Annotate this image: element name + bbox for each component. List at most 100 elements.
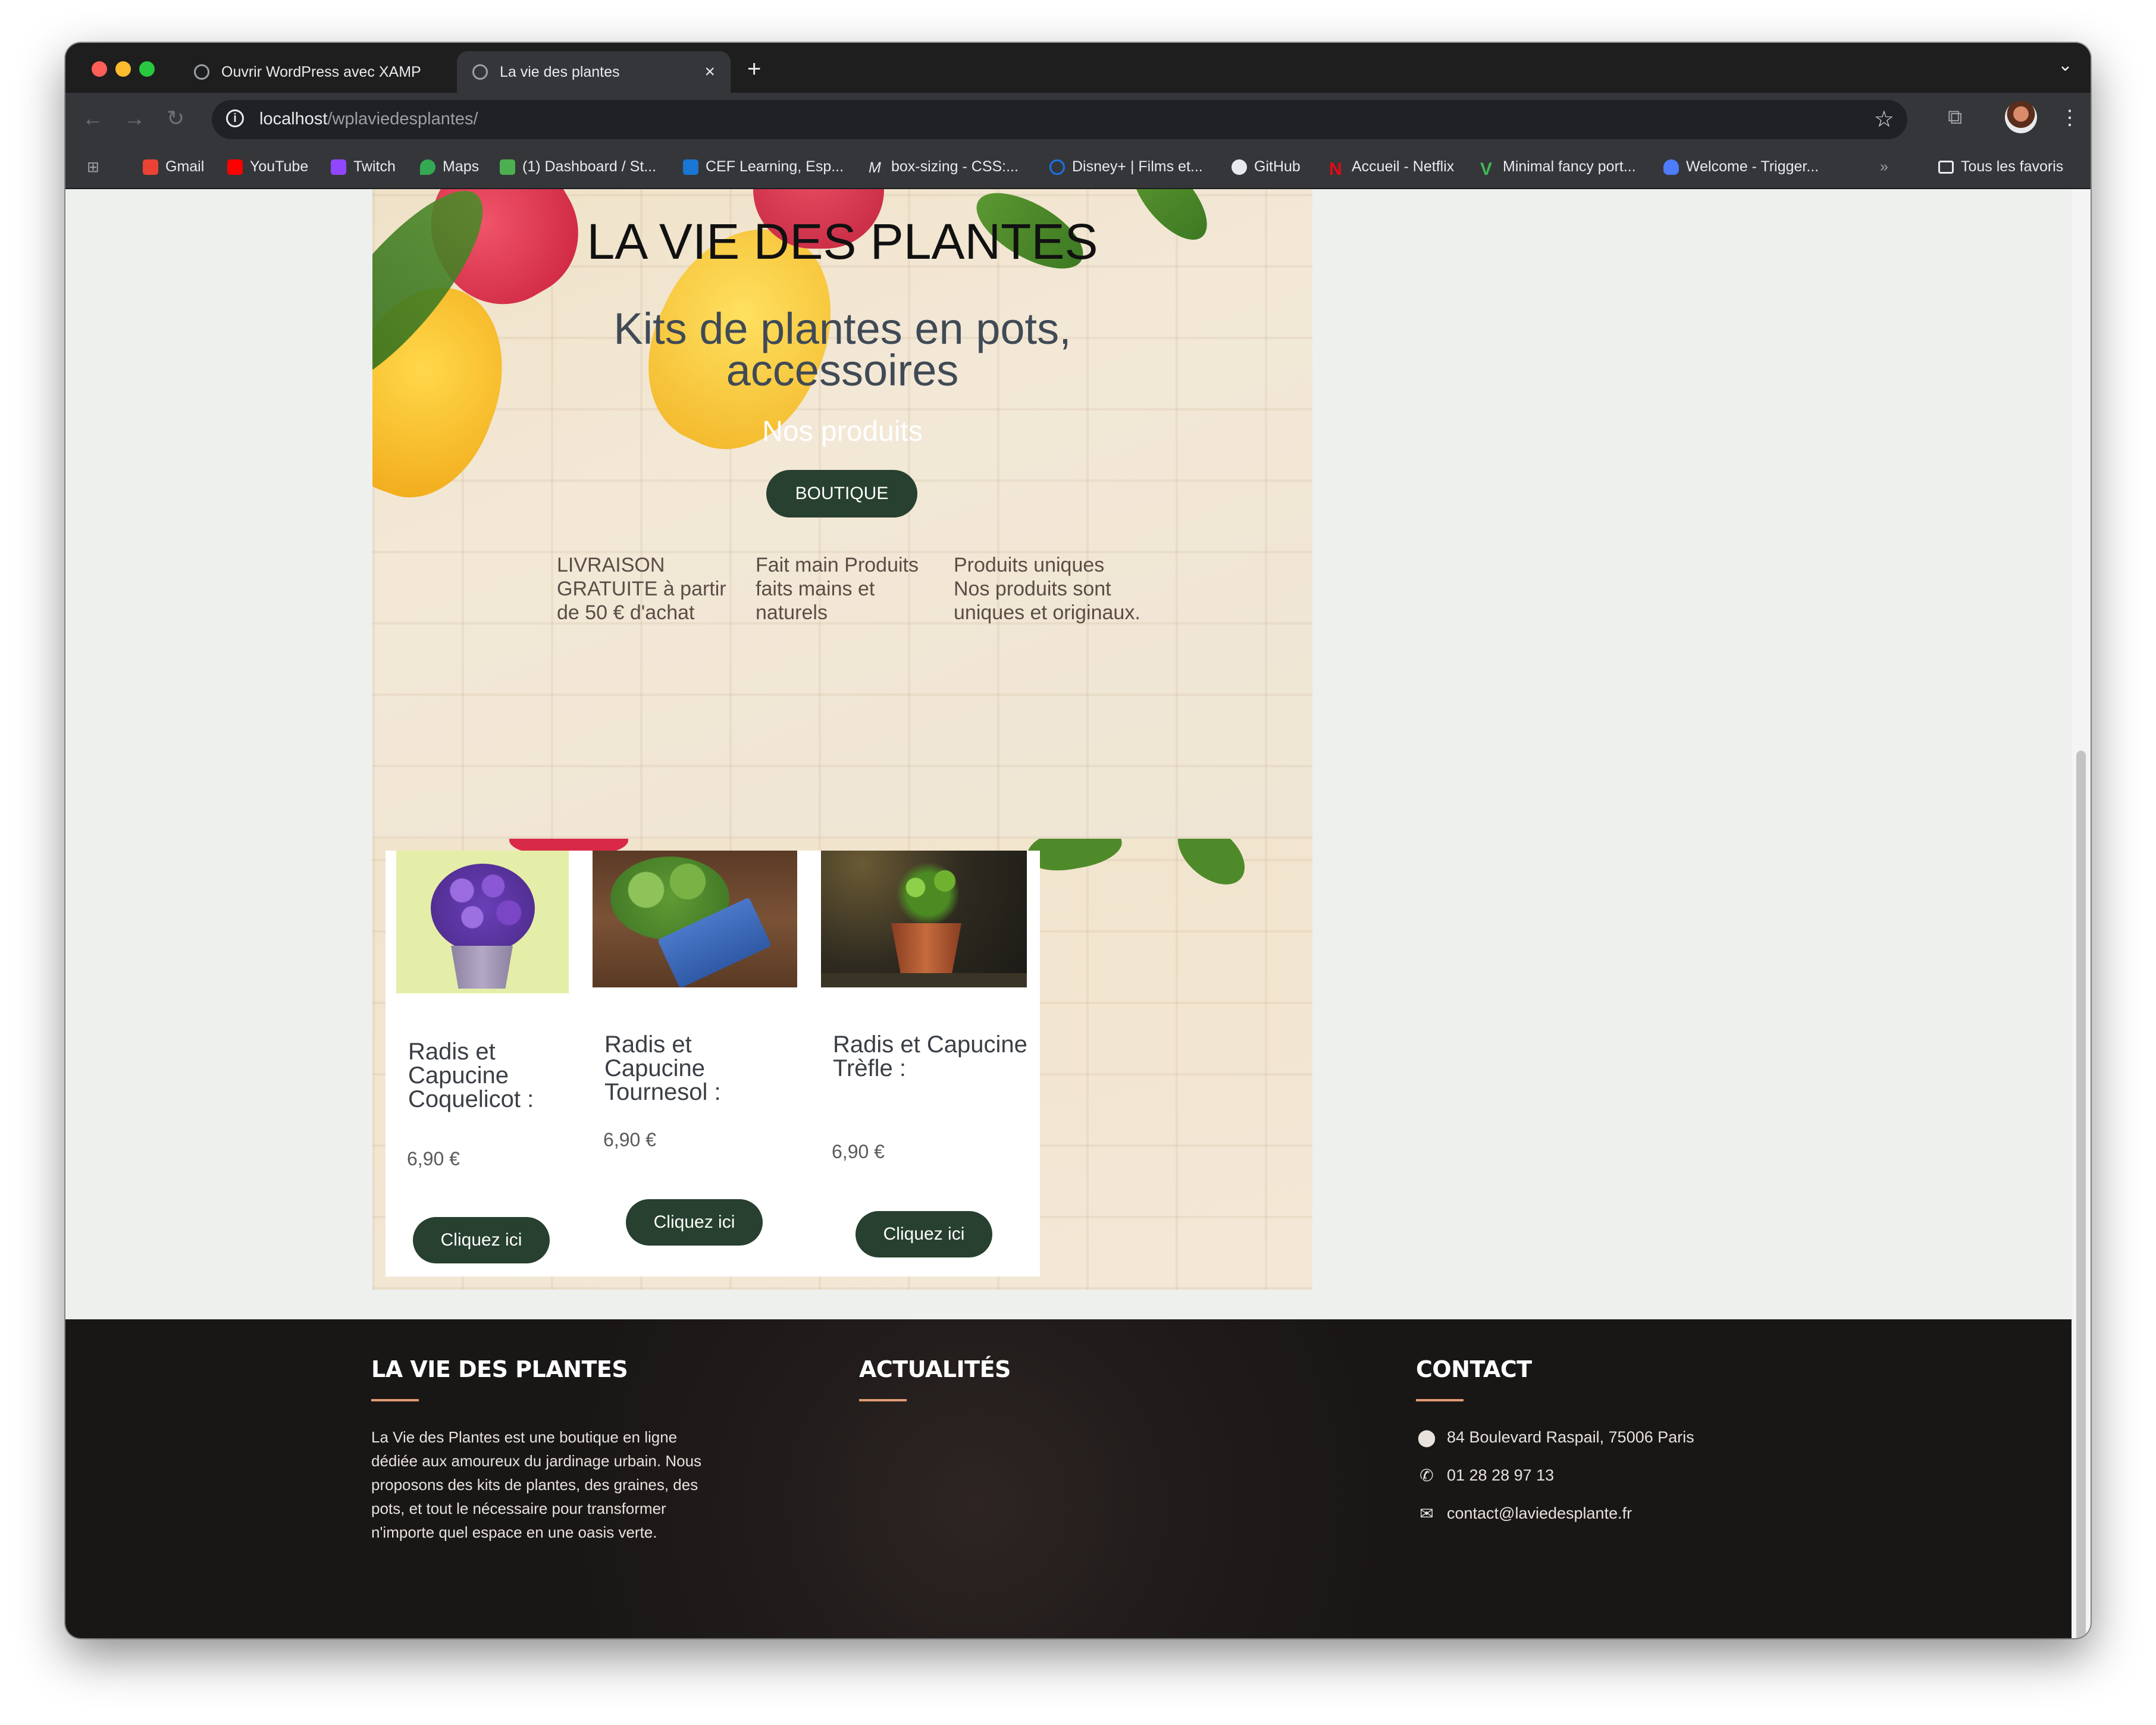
hero-subtitle: Kits de plantes en pots, accessoires bbox=[613, 304, 1071, 395]
hero-section: LA VIE DES PLANTES Kits de plantes en po… bbox=[372, 189, 1312, 839]
tab-la-vie-des-plantes[interactable]: La vie des plantes × bbox=[457, 51, 731, 93]
url-path: /wplaviedesplantes/ bbox=[327, 109, 478, 128]
site-info-icon[interactable]: i bbox=[226, 109, 244, 127]
product-name: Radis et Capucine Coquelicot : bbox=[408, 1039, 534, 1112]
address-text: 84 Boulevard Raspail, 75006 Paris bbox=[1447, 1428, 1694, 1446]
bookmark-trigger[interactable]: Welcome - Trigger... bbox=[1663, 158, 1819, 175]
bookmark-star-icon[interactable]: ☆ bbox=[1874, 106, 1894, 133]
back-arrow-icon[interactable]: ← bbox=[82, 106, 104, 131]
vue-icon: V bbox=[1480, 159, 1493, 179]
bookmark-maps[interactable]: Maps bbox=[420, 158, 479, 175]
bookmark-disney[interactable]: Disney+ | Films et... bbox=[1049, 158, 1203, 175]
footer-divider bbox=[859, 1399, 907, 1401]
page-viewport: LA VIE DES PLANTES Kits de plantes en po… bbox=[65, 189, 2072, 1638]
mdn-icon: M bbox=[869, 159, 881, 176]
url-text[interactable]: localhost/wplaviedesplantes/ bbox=[259, 109, 478, 129]
pot-shape bbox=[891, 923, 961, 976]
envelope-icon: ✉ bbox=[1419, 1504, 1434, 1523]
feature-unique-products: Produits uniques Nos produits sont uniqu… bbox=[954, 554, 1140, 624]
product-price: 6,90 € bbox=[407, 1148, 460, 1169]
folder-icon bbox=[1938, 160, 1954, 174]
product-cta-button[interactable]: Cliquez ici bbox=[855, 1211, 992, 1257]
close-tab-icon[interactable]: × bbox=[704, 62, 715, 82]
url-host: localhost bbox=[259, 109, 328, 128]
phone-text: 01 28 28 97 13 bbox=[1447, 1466, 1555, 1484]
profile-avatar[interactable] bbox=[2005, 101, 2037, 133]
page-scrollbar[interactable] bbox=[2072, 189, 2091, 1638]
product-name: Radis et Capucine Tournesol : bbox=[604, 1031, 721, 1105]
tab-title: Ouvrir WordPress avec XAMP bbox=[221, 63, 421, 80]
products-section: Radis et Capucine Coquelicot : 6,90 € Cl… bbox=[372, 839, 1312, 1290]
map-pin-icon: ⬤ bbox=[1417, 1428, 1436, 1447]
contact-email[interactable]: ✉ contact@laviedesplante.fr bbox=[1416, 1504, 1632, 1523]
tab-title: La vie des plantes bbox=[500, 63, 620, 80]
github-icon bbox=[1231, 159, 1247, 175]
bookmark-minimal-portfolio[interactable]: V Minimal fancy port... bbox=[1480, 158, 1636, 179]
product-price: 6,90 € bbox=[832, 1141, 885, 1162]
product-image-coquelicot[interactable] bbox=[396, 851, 569, 993]
globe-icon bbox=[472, 64, 488, 80]
bookmark-label: Twitch bbox=[353, 158, 396, 175]
menu-kebab-icon[interactable]: ⋮ bbox=[2060, 106, 2080, 130]
pot-shape bbox=[451, 946, 513, 989]
product-image-tournesol[interactable] bbox=[593, 851, 797, 987]
bookmark-youtube[interactable]: YouTube bbox=[227, 158, 308, 175]
bookmark-label: GitHub bbox=[1254, 158, 1301, 175]
scrollbar-thumb[interactable] bbox=[2076, 751, 2086, 1638]
gmail-icon bbox=[143, 159, 158, 175]
plant-shape bbox=[886, 861, 970, 927]
product-price: 6,90 € bbox=[603, 1129, 656, 1150]
extensions-icon[interactable]: ⧉ bbox=[1948, 106, 1962, 129]
bookmark-netflix[interactable]: N Accueil - Netflix bbox=[1329, 158, 1454, 179]
bookmark-label: Welcome - Trigger... bbox=[1686, 158, 1819, 175]
product-cta-button[interactable]: Cliquez ici bbox=[626, 1199, 763, 1246]
forward-arrow-icon[interactable]: → bbox=[124, 106, 145, 131]
bookmark-dashboard[interactable]: (1) Dashboard / St... bbox=[500, 158, 656, 175]
bookmark-github[interactable]: GitHub bbox=[1231, 158, 1301, 175]
feature-handmade: Fait main Produits faits mains et nature… bbox=[756, 554, 919, 624]
apps-grid-icon[interactable]: ⊞ bbox=[87, 158, 99, 176]
product-cta-button[interactable]: Cliquez ici bbox=[413, 1217, 550, 1263]
bookmark-twitch[interactable]: Twitch bbox=[331, 158, 396, 175]
dashboard-icon bbox=[500, 159, 515, 175]
netflix-icon: N bbox=[1329, 159, 1342, 179]
bookmark-label: Tous les favoris bbox=[1961, 158, 2064, 175]
bookmark-label: Disney+ | Films et... bbox=[1072, 158, 1203, 175]
wordpress-icon bbox=[194, 64, 209, 80]
bookmark-cef-learning[interactable]: CEF Learning, Esp... bbox=[683, 158, 844, 175]
bookmarks-overflow-chevron-icon[interactable]: » bbox=[1880, 158, 1888, 175]
bookmark-label: CEF Learning, Esp... bbox=[706, 158, 844, 175]
minimize-window-button[interactable] bbox=[115, 61, 131, 77]
bookmarks-bar: ⊞ Gmail YouTube Twitch Maps (1) Dashboar… bbox=[65, 148, 2091, 189]
all-bookmarks-folder[interactable]: Tous les favoris bbox=[1938, 158, 2063, 175]
bookmark-label: box-sizing - CSS:... bbox=[891, 158, 1019, 175]
tab-bar: Ouvrir WordPress avec XAMP × La vie des … bbox=[65, 43, 2091, 93]
footer-about-title: LA VIE DES PLANTES bbox=[371, 1356, 628, 1382]
boutique-button[interactable]: BOUTIQUE bbox=[766, 470, 917, 518]
bookmark-box-sizing[interactable]: Mbox-sizing - CSS:... bbox=[869, 158, 1019, 176]
tab-search-chevron-icon[interactable]: ⌄ bbox=[2058, 55, 2073, 76]
bookmark-label: Gmail bbox=[165, 158, 205, 175]
flowers-shape bbox=[431, 864, 535, 953]
product-cards: Radis et Capucine Coquelicot : 6,90 € Cl… bbox=[386, 851, 1040, 1276]
footer-about-text: La Vie des Plantes est une boutique en l… bbox=[371, 1428, 702, 1541]
maps-pin-icon bbox=[420, 159, 435, 175]
contact-phone[interactable]: ✆ 01 28 28 97 13 bbox=[1416, 1466, 1554, 1485]
footer-divider bbox=[371, 1399, 419, 1401]
reload-icon[interactable]: ↻ bbox=[167, 106, 184, 131]
address-bar[interactable]: i localhost/wplaviedesplantes/ ☆ bbox=[212, 100, 1907, 139]
site-footer: LA VIE DES PLANTES La Vie des Plantes es… bbox=[65, 1319, 2072, 1638]
bookmark-label: (1) Dashboard / St... bbox=[522, 158, 657, 175]
product-image-trefle[interactable] bbox=[821, 851, 1027, 987]
new-tab-button[interactable]: + bbox=[747, 56, 761, 83]
browser-toolbar: ← → ↻ i localhost/wplaviedesplantes/ ☆ ⧉… bbox=[65, 93, 2091, 148]
footer-divider bbox=[1416, 1399, 1464, 1401]
contact-address: ⬤ 84 Boulevard Raspail, 75006 Paris bbox=[1416, 1428, 1694, 1447]
twitch-icon bbox=[331, 159, 346, 175]
trigger-icon bbox=[1663, 159, 1679, 175]
close-window-button[interactable] bbox=[92, 61, 107, 77]
maximize-window-button[interactable] bbox=[139, 61, 155, 77]
bookmark-gmail[interactable]: Gmail bbox=[143, 158, 204, 175]
site-title: LA VIE DES PLANTES bbox=[587, 214, 1098, 269]
bookmark-label: YouTube bbox=[250, 158, 309, 175]
